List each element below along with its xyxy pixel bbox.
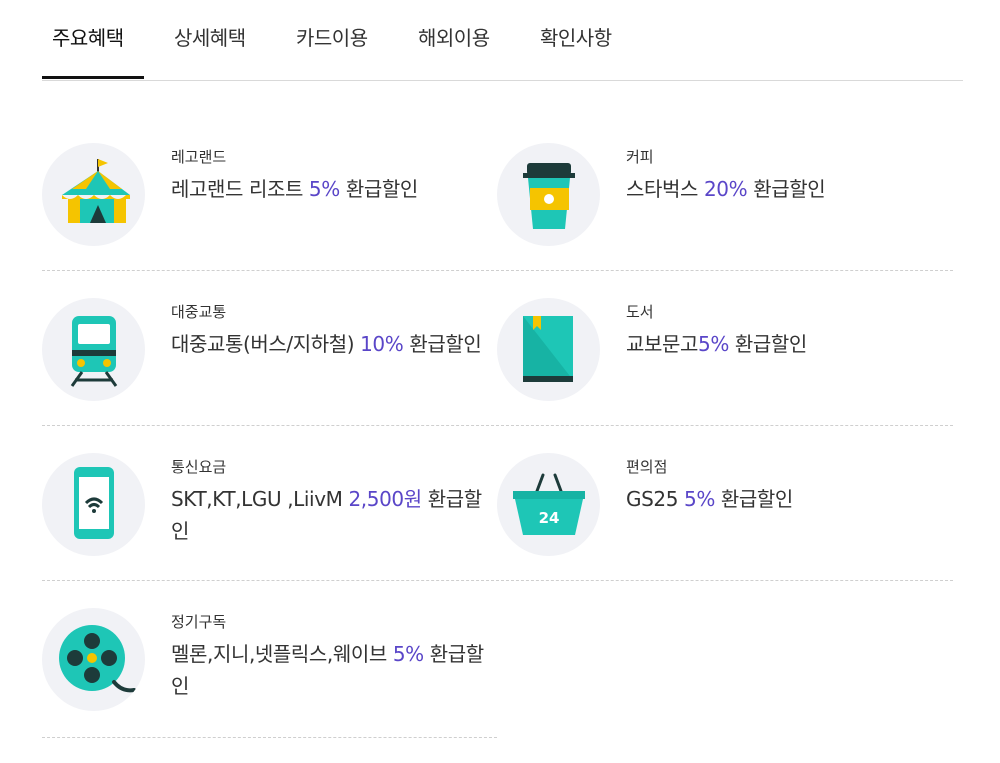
benefit-item-books: 도서 교보문고5% 환급할인 — [497, 298, 952, 453]
benefit-description: 교보문고5% 환급할인 — [626, 332, 807, 356]
benefit-description: GS25 5% 환급할인 — [626, 487, 793, 511]
benefit-category: 커피 — [626, 148, 654, 166]
benefit-category: 대중교통 — [171, 303, 227, 321]
benefit-item-telecom: 통신요금 SKT,KT,LGU ,LiivM 2,500원 환급할인 — [42, 453, 497, 608]
book-icon — [497, 298, 600, 401]
benefit-description: 대중교통(버스/지하철) 10% 환급할인 — [171, 332, 482, 356]
benefit-rate: 20% — [703, 177, 748, 201]
row-divider — [42, 737, 497, 738]
benefit-rate: 5% — [308, 177, 340, 201]
benefit-rate: 5% — [392, 642, 424, 666]
coffee-cup-icon — [497, 143, 600, 246]
benefit-rate: 5% — [698, 332, 729, 356]
basket-24-icon: 24 — [497, 453, 600, 556]
benefit-rate: 5% — [684, 487, 715, 511]
benefit-category: 정기구독 — [171, 613, 227, 631]
benefit-item-convenience-store: 24 편의점 GS25 5% 환급할인 — [497, 453, 952, 608]
tab-card-usage[interactable]: 카드이용 — [296, 22, 368, 51]
benefit-description: 멜론,지니,넷플릭스,웨이브 5% 환급할인 — [171, 642, 484, 698]
active-tab-indicator — [42, 76, 144, 79]
benefit-tabs: 주요혜택 상세혜택 카드이용 해외이용 확인사항 — [42, 0, 963, 81]
smartphone-wifi-icon — [42, 453, 145, 556]
benefit-item-legoland: 레고랜드 레고랜드 리조트 5% 환급할인 — [42, 143, 497, 298]
row-divider — [42, 270, 953, 271]
benefit-category: 도서 — [626, 303, 654, 321]
tent-icon — [42, 143, 145, 246]
train-icon — [42, 298, 145, 401]
benefit-category: 레고랜드 — [171, 148, 227, 166]
benefit-item-coffee: 커피 스타벅스 20% 환급할인 — [497, 143, 952, 298]
benefit-rate: 2,500원 — [348, 487, 422, 511]
row-divider — [42, 580, 953, 581]
tab-detail-benefits[interactable]: 상세혜택 — [174, 22, 246, 51]
benefit-description: 스타벅스 20% 환급할인 — [626, 177, 826, 201]
tab-main-benefits[interactable]: 주요혜택 — [52, 22, 124, 51]
benefit-item-public-transport: 대중교통 대중교통(버스/지하철) 10% 환급할인 — [42, 298, 497, 453]
benefit-item-subscription: 정기구독 멜론,지니,넷플릭스,웨이브 5% 환급할인 — [42, 608, 497, 763]
benefit-rate: 10% — [360, 332, 404, 356]
benefit-category: 편의점 — [626, 458, 668, 476]
tab-notices[interactable]: 확인사항 — [540, 22, 612, 51]
benefit-description: 레고랜드 리조트 5% 환급할인 — [171, 177, 418, 201]
film-reel-icon — [42, 608, 145, 711]
benefit-description: SKT,KT,LGU ,LiivM 2,500원 환급할인 — [171, 487, 482, 543]
tab-overseas-usage[interactable]: 해외이용 — [418, 22, 490, 51]
benefit-category: 통신요금 — [171, 458, 227, 476]
row-divider — [42, 425, 953, 426]
basket-label: 24 — [539, 509, 560, 527]
